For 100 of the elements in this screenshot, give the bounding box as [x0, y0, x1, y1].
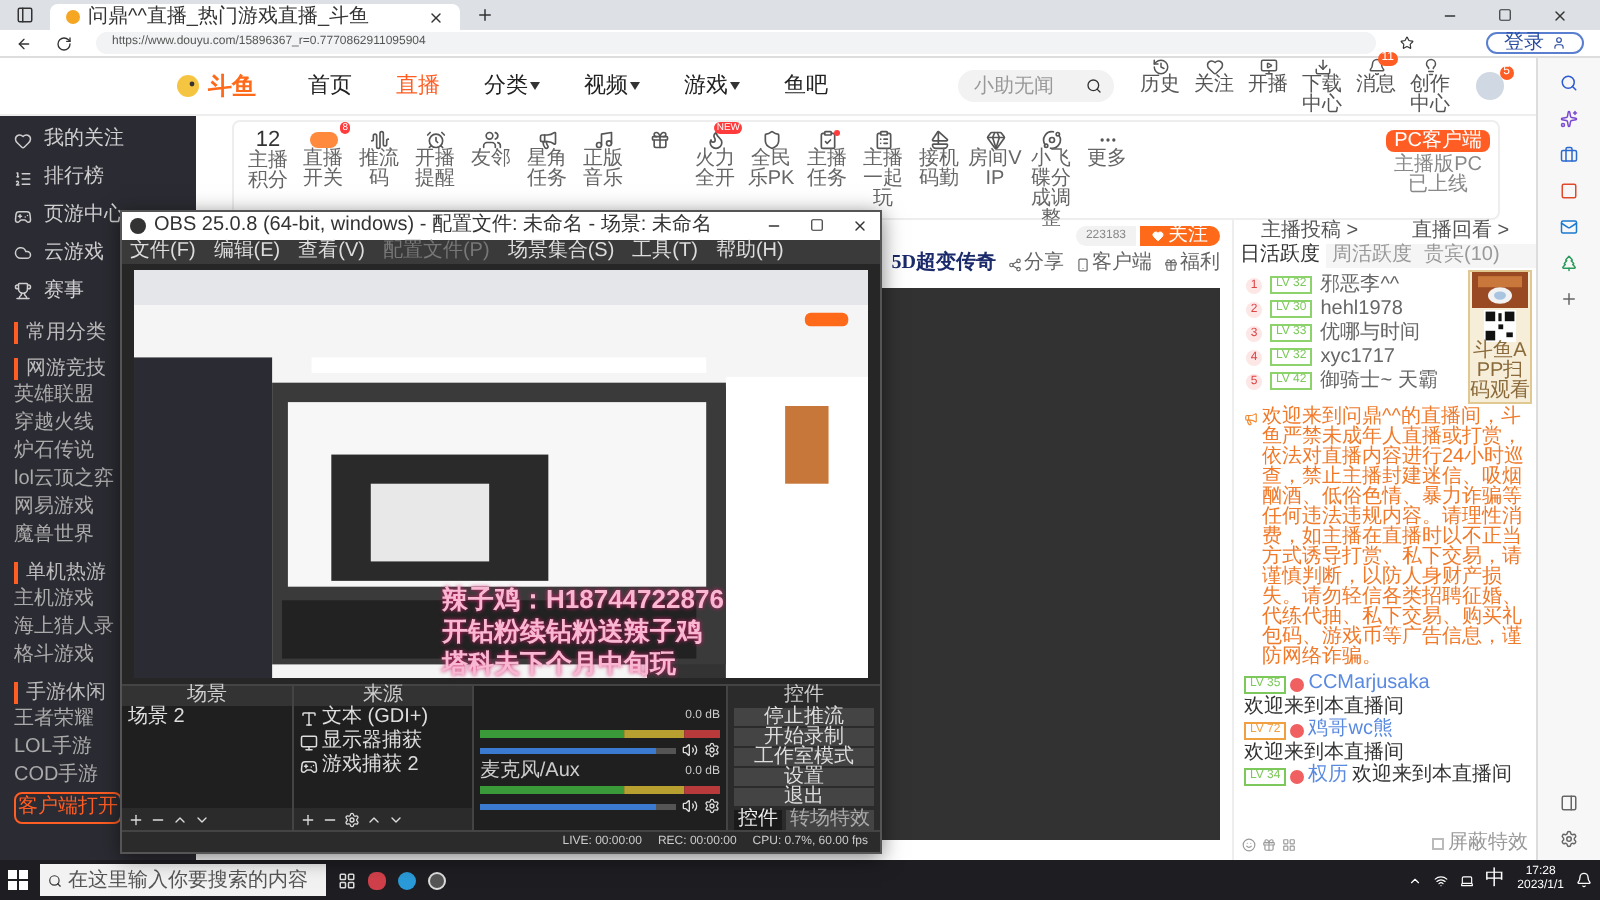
gift-icon[interactable] [1262, 837, 1276, 851]
category-link[interactable]: LOL手游 [14, 736, 92, 761]
nav-link[interactable]: 首页 [308, 75, 352, 97]
add-icon[interactable] [128, 811, 144, 827]
emoji-icon[interactable] [1242, 837, 1256, 851]
scene-item[interactable]: 场景 2 [122, 706, 292, 730]
sidebar-toggle-icon[interactable] [16, 6, 34, 24]
search-icon[interactable] [1086, 78, 1102, 94]
user-avatar[interactable] [1476, 72, 1504, 100]
dock-tab[interactable]: 控件 [734, 810, 783, 830]
category-link[interactable]: 穿越火线 [14, 412, 94, 437]
toolbar-item[interactable]: 更多 [1080, 130, 1134, 170]
header-icon-link[interactable]: 创作中心 [1408, 57, 1452, 115]
maximize-icon[interactable] [810, 218, 824, 232]
panel-icon[interactable] [1560, 794, 1578, 812]
settings-icon[interactable] [1560, 830, 1578, 848]
dock-tab[interactable]: 转场特效 [786, 810, 875, 830]
control-button[interactable]: 工作室模式 [734, 748, 875, 766]
category-link[interactable]: 海上猎人录 [14, 616, 114, 641]
speaker-icon[interactable] [682, 798, 699, 814]
reload-icon[interactable] [56, 35, 72, 51]
nav-link[interactable]: 鱼吧 [784, 75, 828, 97]
toolbar-item[interactable]: 主播任务 [800, 130, 854, 190]
search-field[interactable]: 小助无闻 [958, 70, 1114, 102]
tree-icon[interactable] [1560, 254, 1578, 272]
toolbar-item[interactable]: 主播一起玩 [856, 130, 910, 210]
category-link[interactable]: COD手游 [14, 764, 99, 789]
toolbar-item[interactable]: 开播提醒 [408, 130, 462, 190]
briefcase-icon[interactable] [1560, 146, 1578, 164]
rank-tab[interactable]: 日活跃度 [1234, 244, 1326, 268]
back-icon[interactable] [16, 35, 32, 51]
browser-icon[interactable] [398, 871, 416, 889]
menu-item[interactable]: 工具(T) [632, 242, 698, 262]
add-icon[interactable] [299, 811, 316, 827]
close-icon[interactable] [1552, 8, 1568, 24]
toolbar-item[interactable]: 全民乐PK [744, 130, 798, 190]
sidebar-item[interactable]: 赛事 [14, 274, 84, 309]
search-icon[interactable] [1560, 74, 1578, 92]
category-link[interactable]: 王者荣耀 [14, 708, 94, 733]
room-action-link[interactable]: 分享 [1008, 254, 1064, 274]
maximize-icon[interactable] [1498, 8, 1512, 22]
menu-item[interactable]: 编辑(E) [213, 242, 281, 262]
add-icon[interactable] [1560, 290, 1578, 308]
sparkle-icon[interactable] [1560, 110, 1578, 128]
menu-item[interactable]: 帮助(H) [715, 242, 784, 262]
header-icon-link[interactable]: 关注 [1192, 57, 1236, 95]
toolbar-item[interactable]: 正版音乐 [576, 130, 630, 190]
notification-icon[interactable] [1576, 872, 1592, 888]
toolbar-item[interactable]: 星角任务 [520, 130, 574, 190]
browser-tab[interactable]: 问鼎^^直播_热门游戏直播_斗鱼 [50, 4, 460, 30]
toolbar-item[interactable]: 推流码 [352, 130, 406, 190]
display-icon[interactable] [1459, 873, 1474, 887]
header-icon-link[interactable]: 下载中心 [1300, 57, 1344, 115]
close-icon[interactable] [852, 218, 868, 234]
task-view-icon[interactable] [338, 871, 356, 889]
network-icon[interactable] [1433, 873, 1448, 887]
menu-item[interactable]: 场景集合(S) [507, 242, 615, 262]
control-button[interactable]: 开始录制 [734, 728, 875, 746]
panel-link[interactable]: 主播投稿 > [1260, 222, 1359, 242]
close-icon[interactable] [428, 9, 444, 25]
input-method-indicator[interactable]: 中 [1485, 870, 1506, 890]
category-link[interactable]: 英雄联盟 [14, 384, 94, 409]
header-icon-link[interactable]: 开播 [1246, 57, 1290, 95]
toolbar-item[interactable]: 房间VIP [968, 130, 1022, 190]
app-icon[interactable] [368, 871, 386, 889]
new-tab-icon[interactable] [476, 6, 494, 24]
control-button[interactable]: 退出 [734, 788, 875, 806]
toolbar-item[interactable]: 接机码勤 [912, 130, 966, 190]
room-action-link[interactable]: 福利 [1164, 254, 1220, 274]
control-button[interactable]: 设置 [734, 768, 875, 786]
header-icon-link[interactable]: 历史 [1138, 57, 1182, 95]
panel-link[interactable]: 直播回看 > [1411, 222, 1510, 242]
category-link[interactable]: 网易游戏 [14, 496, 94, 521]
tray-expand-icon[interactable] [1407, 873, 1422, 887]
category-link[interactable]: 格斗游戏 [14, 644, 94, 669]
category-link[interactable]: 魔兽世界 [14, 524, 94, 549]
star-icon[interactable] [1400, 36, 1414, 50]
nav-link[interactable]: 视频 [584, 75, 640, 97]
source-item[interactable]: 游戏捕获 2 [293, 754, 472, 778]
toolbar-item[interactable]: 小飞碟分成调整 [1024, 130, 1078, 230]
menu-item[interactable]: 文件(F) [130, 242, 196, 262]
menu-item[interactable]: 查看(V) [298, 242, 365, 262]
control-button[interactable]: 停止推流 [734, 708, 875, 726]
toolbar-item[interactable]: 友邻 [464, 130, 518, 170]
category-link[interactable]: 主机游戏 [14, 588, 94, 613]
nav-link[interactable]: 游戏 [684, 75, 740, 97]
sidebar-item[interactable]: 排行榜 [14, 161, 104, 196]
source-item[interactable]: 显示器捕获 [293, 730, 472, 754]
nav-link[interactable]: 分类 [484, 75, 540, 97]
room-action-link[interactable]: 客户端 [1076, 254, 1152, 274]
speaker-icon[interactable] [682, 742, 699, 758]
taskbar-search-field[interactable]: 在这里输入你要搜索的内容 [40, 864, 326, 896]
login-button[interactable]: 登录 [1486, 32, 1584, 54]
windows-start-icon[interactable] [8, 870, 28, 890]
category-link[interactable]: lol云顶之弈 [14, 468, 115, 493]
sidebar-item[interactable]: 云游戏 [14, 236, 104, 271]
sidebar-item[interactable]: 我的关注 [14, 124, 124, 158]
mail-icon[interactable] [1560, 218, 1578, 236]
obs-icon[interactable] [428, 871, 446, 889]
category-link[interactable]: 炉石传说 [14, 440, 94, 465]
